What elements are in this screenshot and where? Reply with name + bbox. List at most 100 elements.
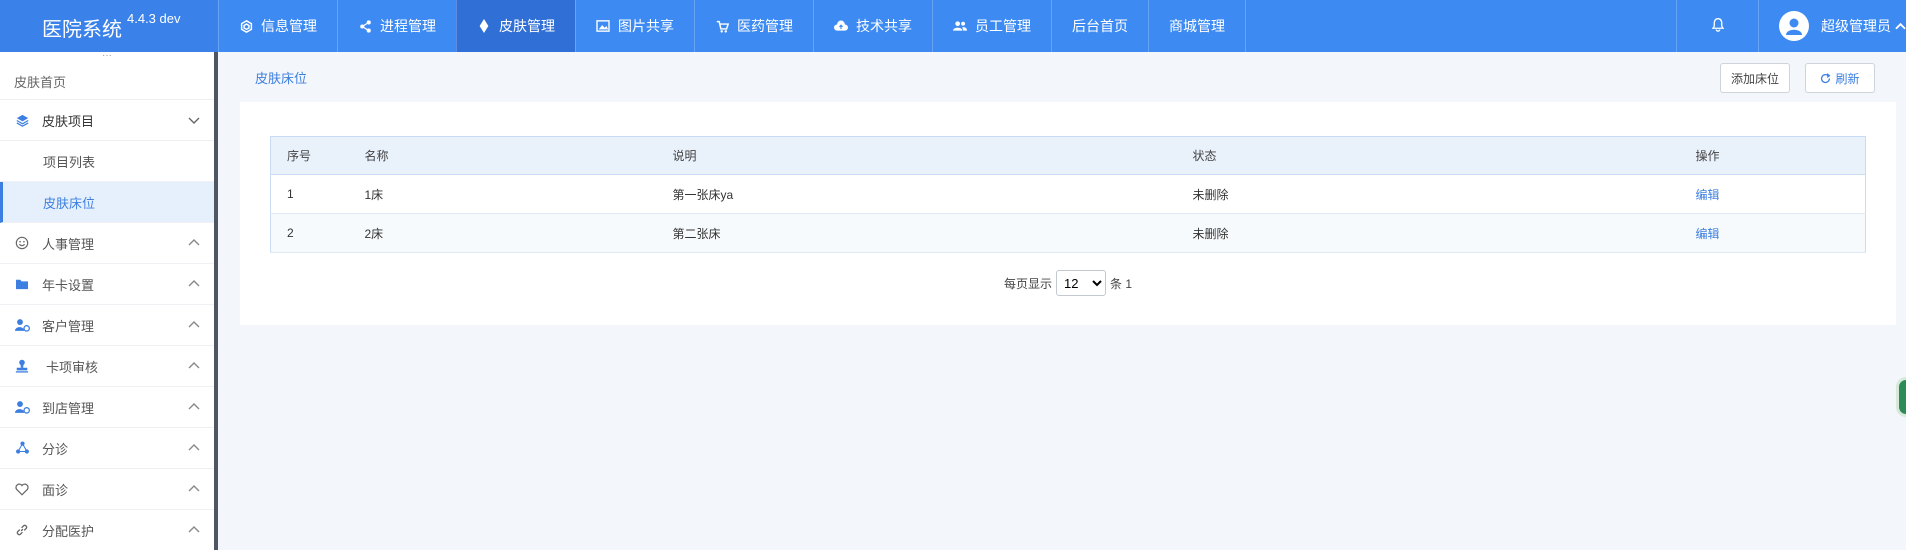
breadcrumb-bar: 皮肤床位 添加床位 刷新 [218, 52, 1906, 102]
cart-icon [715, 19, 729, 33]
bell-icon [1711, 17, 1725, 35]
chevron-up-icon [188, 483, 200, 495]
pagination: 每页显示 12 条 1 [240, 270, 1896, 296]
content-panel: 序号 名称 说明 状态 操作 1 1床 第一张床ya 未删除 编辑 2 2床 第… [240, 102, 1896, 325]
cell-seq: 1 [270, 174, 349, 214]
nav-item-info[interactable]: 信息管理 [218, 0, 337, 52]
diamond-icon [477, 19, 491, 33]
bed-table: 序号 名称 说明 状态 操作 1 1床 第一张床ya 未删除 编辑 2 2床 第… [270, 136, 1866, 253]
chevron-down-icon [188, 114, 200, 126]
sidebar-item-customer[interactable]: 客户管理 [0, 305, 214, 346]
nav-item-skin[interactable]: 皮肤管理 [456, 0, 575, 52]
sidebar-home-link[interactable]: 皮肤首页 [0, 66, 214, 100]
user-cog-icon [14, 317, 30, 333]
sidebar-item-card-review[interactable]: 卡项审核 [0, 346, 214, 387]
nav-item-mall[interactable]: 商城管理 [1148, 0, 1246, 52]
refresh-icon [1820, 72, 1831, 84]
main-nav: 信息管理 进程管理 皮肤管理 图片共享 医药管理 技术共享 员工管理 后台首页 [218, 0, 1246, 52]
nav-label: 商城管理 [1169, 18, 1225, 34]
sidebar-item-label: 分配医护 [42, 523, 95, 539]
table-row: 2 2床 第二张床 未删除 编辑 [270, 213, 1866, 253]
nav-item-tech[interactable]: 技术共享 [813, 0, 932, 52]
user-menu[interactable]: 超级管理员 [1758, 0, 1906, 52]
sidebar-item-label: 年卡设置 [42, 277, 95, 293]
cell-desc: 第一张床ya [656, 174, 1177, 214]
sidebar-item-label: 卡项审核 [46, 359, 99, 375]
chevron-up-icon [188, 319, 200, 331]
sidebar-item-label: 面诊 [42, 482, 69, 498]
notification-button[interactable] [1676, 0, 1758, 52]
page-size-select[interactable]: 12 [1056, 270, 1106, 296]
chevron-up-icon [188, 442, 200, 454]
edit-link[interactable]: 编辑 [1696, 227, 1720, 241]
user-cog-icon [14, 399, 30, 415]
sidebar-item-annual-card[interactable]: 年卡设置 [0, 264, 214, 305]
breadcrumb[interactable]: 皮肤床位 [255, 68, 307, 87]
page-size-prefix: 每页显示 [1003, 276, 1052, 291]
sidebar-item-assign-staff[interactable]: 分配医护 [0, 510, 214, 550]
nav-item-images[interactable]: 图片共享 [575, 0, 694, 52]
column-header: 序号 [270, 136, 349, 175]
chevron-up-icon [188, 524, 200, 536]
chevron-up-icon [188, 401, 200, 413]
stamp-icon [14, 358, 30, 374]
column-header: 操作 [1679, 136, 1866, 175]
sidebar-item-skin-project[interactable]: 皮肤项目 [0, 100, 214, 141]
sidebar-item-label: 皮肤项目 [42, 113, 95, 129]
cell-action: 编辑 [1679, 174, 1866, 214]
users-icon [953, 19, 967, 33]
refresh-button[interactable]: 刷新 [1805, 63, 1875, 93]
top-navbar: 医院系统 4.4.3 dev 信息管理 进程管理 皮肤管理 图片共享 医药管理 … [0, 0, 1906, 52]
column-header: 说明 [656, 136, 1177, 175]
table-header-row: 序号 名称 说明 状态 操作 [270, 136, 1866, 175]
cube-icon [239, 19, 253, 33]
link-icon [14, 522, 30, 538]
edit-link[interactable]: 编辑 [1696, 188, 1720, 202]
top-right-area: 超级管理员 [1676, 0, 1906, 52]
sidebar-subitem-skin-bed[interactable]: 皮肤床位 [0, 182, 214, 223]
cell-status: 未删除 [1176, 213, 1680, 253]
image-icon [596, 19, 610, 33]
nav-item-staff[interactable]: 员工管理 [932, 0, 1051, 52]
app-name: 医院系统 [42, 19, 122, 41]
sidebar-subitem-project-list[interactable]: 项目列表 [0, 141, 214, 182]
sidebar-item-label: 人事管理 [42, 236, 95, 252]
main-content: 皮肤床位 添加床位 刷新 序号 名称 说明 状态 操作 1 1床 第一张床ya … [218, 52, 1906, 550]
sidebar-item-label: 客户管理 [42, 318, 95, 334]
chevron-up-icon [188, 237, 200, 249]
nav-label: 技术共享 [856, 18, 912, 34]
sidebar-item-store-visit[interactable]: 到店管理 [0, 387, 214, 428]
app-version: 4.4.3 dev [127, 11, 181, 26]
chevron-up-icon [188, 360, 200, 372]
cell-action: 编辑 [1679, 213, 1866, 253]
sidebar-item-label: 到店管理 [42, 400, 95, 416]
sidebar-item-hr[interactable]: 人事管理 [0, 223, 214, 264]
add-bed-button[interactable]: 添加床位 [1720, 63, 1790, 93]
nav-label: 皮肤管理 [499, 18, 555, 34]
smile-icon [14, 235, 30, 251]
triage-icon [14, 440, 30, 456]
user-name: 超级管理员 [1821, 18, 1891, 34]
nav-label: 后台首页 [1072, 18, 1128, 34]
floating-assistant-button[interactable] [1896, 377, 1906, 417]
nav-label: 医药管理 [737, 18, 793, 34]
cell-desc: 第二张床 [656, 213, 1177, 253]
page-size-suffix: 条 1 [1110, 276, 1133, 291]
sidebar-collapse-handle[interactable]: ··· [0, 52, 214, 66]
column-header: 状态 [1176, 136, 1680, 175]
nav-item-medicine[interactable]: 医药管理 [694, 0, 813, 52]
folder-icon [14, 276, 30, 292]
sidebar: ··· 皮肤首页 皮肤项目 项目列表 皮肤床位 人事管理 年卡设置 客户管理 卡… [0, 52, 218, 550]
chevron-up-icon [188, 278, 200, 290]
cell-status: 未删除 [1176, 174, 1680, 214]
column-header: 名称 [348, 136, 657, 175]
cloud-upload-icon [834, 19, 848, 33]
avatar [1779, 11, 1809, 41]
nav-item-process[interactable]: 进程管理 [337, 0, 456, 52]
sidebar-item-triage[interactable]: 分诊 [0, 428, 214, 469]
sidebar-item-consultation[interactable]: 面诊 [0, 469, 214, 510]
chevron-up-icon [1895, 22, 1906, 30]
layers-icon [14, 112, 30, 128]
nav-item-backend-home[interactable]: 后台首页 [1051, 0, 1148, 52]
brand[interactable]: 医院系统 4.4.3 dev [0, 0, 218, 52]
